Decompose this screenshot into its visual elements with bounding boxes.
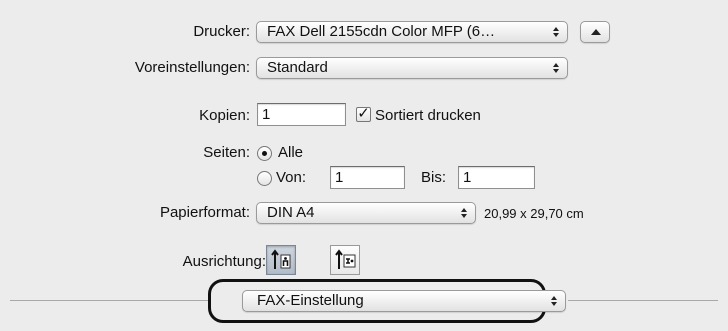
portrait-orientation-icon <box>271 249 291 269</box>
printer-details-button[interactable] <box>580 21 610 43</box>
printer-value: FAX Dell 2155cdn Color MFP (6… <box>267 23 496 40</box>
section-value: FAX-Einstellung <box>257 292 364 309</box>
paper-label: Papierformat: <box>159 204 250 221</box>
landscape-button[interactable] <box>330 245 360 275</box>
pages-to-field[interactable]: 1 <box>458 166 535 189</box>
pages-range-radio[interactable] <box>257 171 272 186</box>
section-divider-right <box>568 300 718 301</box>
pages-from-field[interactable]: 1 <box>330 166 405 189</box>
pages-to-label: Bis: <box>421 169 447 186</box>
pages-label: Seiten: <box>203 144 250 161</box>
section-popup[interactable]: FAX-Einstellung <box>242 290 566 312</box>
paper-size-text: 20,99 x 29,70 cm <box>484 206 584 221</box>
presets-label: Voreinstellungen: <box>134 59 250 76</box>
section-divider-left <box>10 300 208 301</box>
disclosure-up-icon <box>591 29 601 35</box>
chevron-updown-icon <box>545 22 567 42</box>
pages-all-label: Alle <box>278 144 304 161</box>
paper-popup[interactable]: DIN A4 <box>256 202 476 224</box>
portrait-button[interactable] <box>266 245 296 275</box>
chevron-updown-icon <box>543 291 565 311</box>
copies-field[interactable]: 1 <box>257 103 346 126</box>
landscape-orientation-icon <box>335 249 356 269</box>
printer-popup[interactable]: FAX Dell 2155cdn Color MFP (6… <box>256 21 568 43</box>
presets-value: Standard <box>267 59 328 76</box>
chevron-updown-icon <box>453 203 475 223</box>
orientation-label: Ausrichtung: <box>182 253 266 270</box>
collate-checkbox[interactable]: ✓ <box>356 106 371 122</box>
presets-popup[interactable]: Standard <box>256 57 568 79</box>
collate-label: Sortiert drucken <box>375 107 481 124</box>
chevron-updown-icon <box>545 58 567 78</box>
pages-all-radio[interactable] <box>257 146 272 161</box>
pages-from-label: Von: <box>276 169 307 186</box>
paper-value: DIN A4 <box>267 204 315 221</box>
printer-label: Drucker: <box>193 23 250 40</box>
copies-label: Kopien: <box>199 107 250 124</box>
